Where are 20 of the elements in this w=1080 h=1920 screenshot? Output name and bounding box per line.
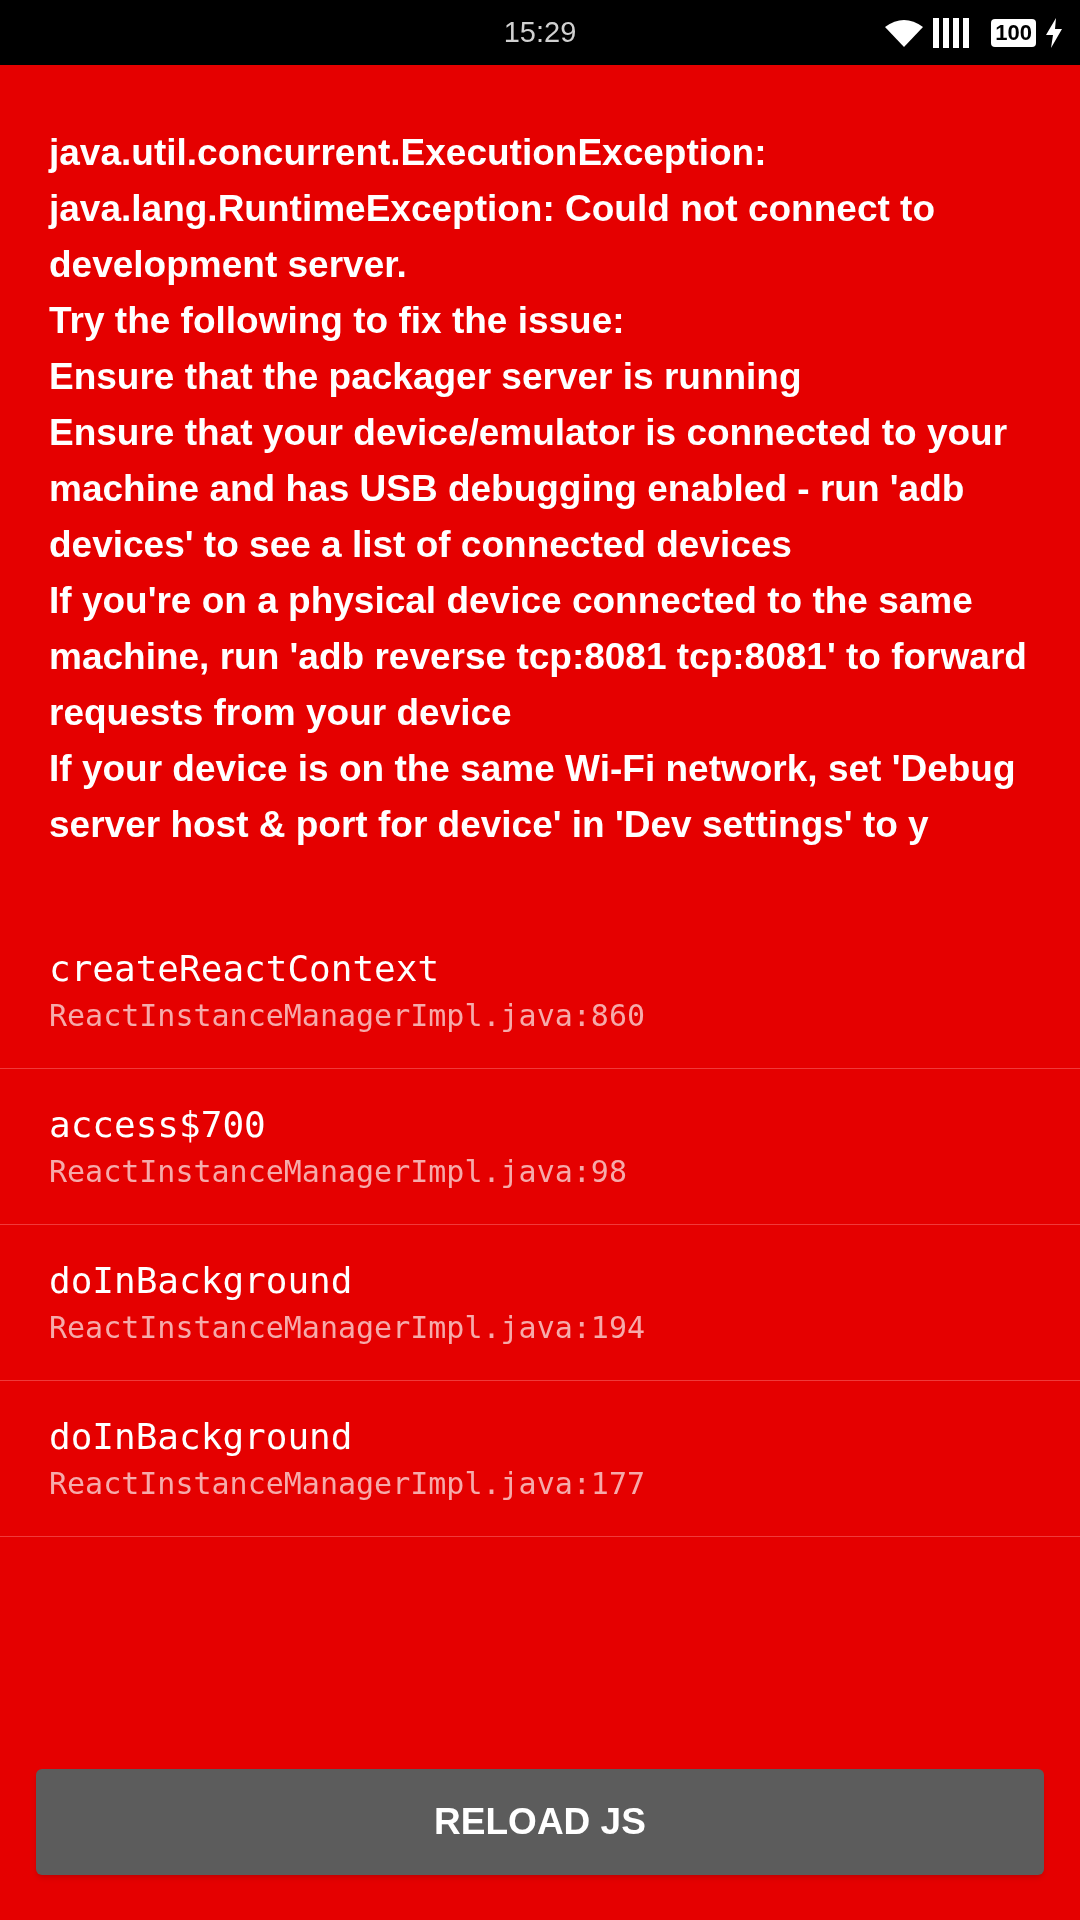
stack-frame-location: ReactInstanceManagerImpl.java:194 (49, 1308, 647, 1347)
stack-frame-location: ReactInstanceManagerImpl.java:98 (49, 1152, 628, 1191)
clock-time: 15:29 (503, 14, 577, 50)
signal-icon (933, 17, 970, 48)
error-message-line: If you're on a physical device connected to the same machine, run 'adb reverse tcp:8081 tcp:8081' to forward requests from your device (49, 579, 1028, 735)
battery-indicator: 100 (991, 18, 1036, 47)
reload-button[interactable]: RELOAD JS (36, 1769, 1044, 1875)
wifi-icon (885, 18, 924, 47)
error-message-line: If your device is on the same Wi-Fi network, set 'Debug server host & port for device' in 'Dev settings' to y (49, 747, 1017, 847)
stack-frame-location: ReactInstanceManagerImpl.java:177 (49, 1464, 647, 1503)
stack-frame-method: doInBackground (49, 1258, 354, 1303)
stack-frame-method: access$700 (49, 1102, 267, 1147)
stack-frame-method: createReactContext (49, 946, 441, 991)
error-message-line: Try the following to fix the issue: (49, 299, 626, 343)
error-message-line: Ensure that your device/emulator is connected to your machine and has USB debugging enabled - run 'adb devices' to see a list of connected devices (49, 411, 1009, 567)
stack-frame-location: ReactInstanceManagerImpl.java:860 (49, 996, 647, 1035)
stack-frame-method: doInBackground (49, 1414, 354, 1459)
error-message-line: Ensure that the packager server is running (49, 355, 803, 399)
charging-icon (1046, 17, 1062, 48)
error-message-line: java.util.concurrent.ExecutionException: java.lang.RuntimeException: Could not connect to development server. (49, 131, 936, 287)
